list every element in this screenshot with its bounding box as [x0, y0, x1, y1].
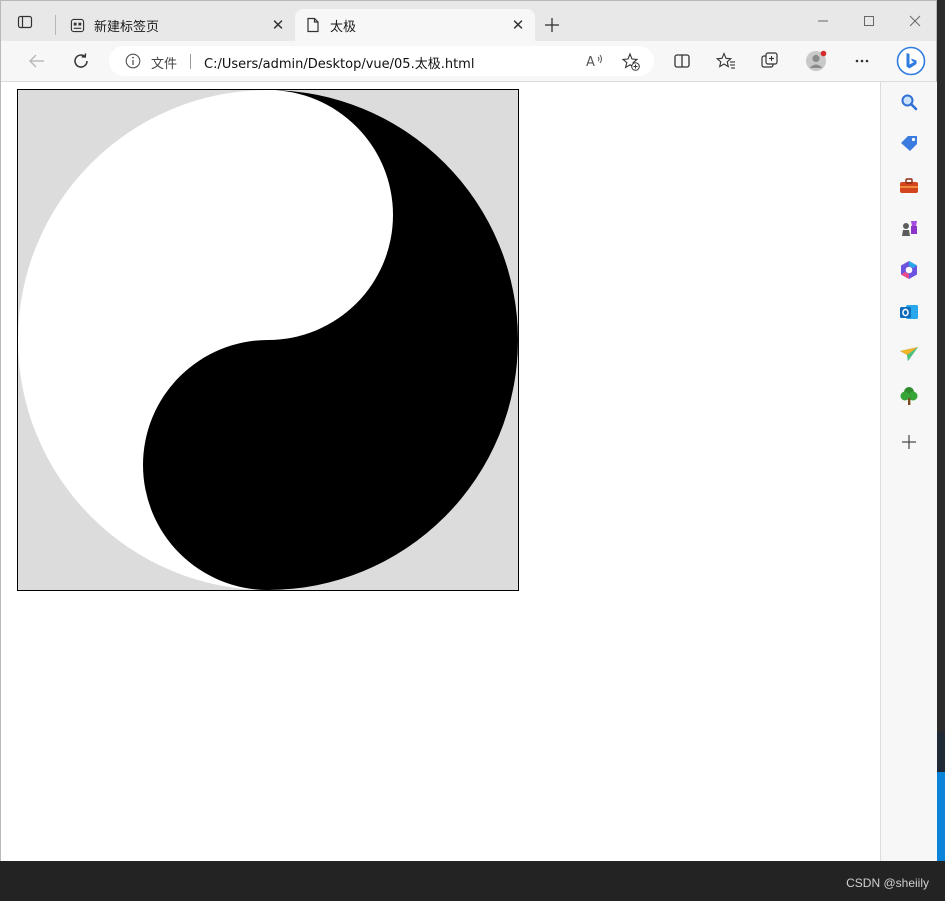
tree-icon — [900, 387, 918, 405]
read-aloud-icon[interactable]: A — [585, 52, 605, 70]
refresh-button[interactable] — [69, 49, 93, 73]
maximize-icon — [864, 16, 874, 26]
search-icon — [901, 94, 918, 111]
maximize-button[interactable] — [857, 11, 881, 31]
yin-yang-light-dot — [218, 175, 298, 255]
yin-yang-dark-dot — [218, 425, 298, 505]
yin-yang-symbol — [18, 90, 518, 590]
url-text[interactable]: C:/Users/admin/Desktop/vue/05.太极.html — [204, 53, 474, 72]
games-icon — [902, 221, 917, 236]
tab-title: 太极 — [330, 19, 357, 35]
desktop-background-right — [936, 732, 945, 861]
tab-actions-icon[interactable] — [15, 12, 35, 32]
more-icon — [855, 59, 869, 63]
send-icon — [900, 347, 918, 361]
refresh-icon — [74, 53, 88, 68]
bottom-bar: CSDN @sheiily — [0, 861, 945, 901]
add-icon — [902, 435, 916, 449]
minimize-button[interactable] — [811, 11, 835, 31]
tools-briefcase-icon — [900, 178, 918, 193]
profile-avatar-icon — [806, 50, 827, 71]
tab-separator — [55, 15, 56, 35]
address-bar[interactable]: 文件 C:/Users/admin/Desktop/vue/05.太极.html… — [109, 46, 654, 76]
favorites-button[interactable] — [714, 49, 738, 73]
browser-window: 新建标签页 ✕ 太极 ✕ 文件 C:/Users/admin/Desktop/v… — [0, 0, 937, 861]
close-window-button[interactable] — [903, 11, 927, 31]
page-viewport — [1, 82, 880, 861]
tab-title: 新建标签页 — [94, 19, 160, 35]
address-divider — [190, 54, 191, 69]
collections-button[interactable] — [758, 49, 782, 73]
new-tab-page-icon — [69, 17, 85, 33]
new-tab-button[interactable] — [541, 14, 563, 36]
tab-close-icon[interactable]: ✕ — [269, 16, 287, 34]
sidebar-outlook-button[interactable] — [898, 301, 920, 323]
sidebar-send-button[interactable] — [898, 343, 920, 365]
taiji-canvas — [17, 89, 519, 591]
back-arrow-icon — [29, 54, 44, 68]
more-button[interactable] — [850, 49, 874, 73]
collections-icon — [761, 52, 778, 68]
close-icon — [909, 15, 921, 27]
copilot-button[interactable] — [896, 46, 926, 76]
tab-strip: 新建标签页 ✕ 太极 ✕ — [1, 1, 936, 41]
outlook-icon — [900, 305, 918, 319]
bing-copilot-icon — [896, 46, 926, 76]
sidebar-games-button[interactable] — [898, 217, 920, 239]
tab-new-tab[interactable]: 新建标签页 ✕ — [59, 9, 295, 41]
tab-taiji[interactable]: 太极 ✕ — [295, 9, 535, 41]
split-screen-button[interactable] — [670, 49, 694, 73]
microsoft365-icon — [901, 261, 917, 279]
back-button[interactable] — [25, 49, 49, 73]
tab-close-icon[interactable]: ✕ — [509, 16, 527, 34]
info-icon[interactable] — [125, 53, 141, 69]
favorites-icon — [716, 52, 735, 69]
shopping-tag-icon — [901, 136, 917, 151]
protocol-label: 文件 — [151, 57, 178, 72]
sidebar-m365-button[interactable] — [898, 259, 920, 281]
toolbar: 文件 C:/Users/admin/Desktop/vue/05.太极.html… — [1, 41, 936, 82]
svg-text:A: A — [586, 55, 595, 70]
sidebar-tree-button[interactable] — [898, 385, 920, 407]
split-screen-icon — [674, 54, 690, 68]
document-icon — [305, 17, 321, 33]
profile-button[interactable] — [804, 49, 828, 73]
minimize-icon — [818, 20, 828, 22]
plus-icon — [545, 18, 559, 32]
csdn-watermark: CSDN @sheiily — [846, 876, 929, 890]
sidebar-tools-button[interactable] — [898, 175, 920, 197]
sidebar-add-button[interactable] — [898, 431, 920, 453]
sidebar-search-button[interactable] — [898, 91, 920, 113]
star-plus-icon[interactable] — [621, 52, 641, 72]
edge-sidebar — [880, 82, 937, 861]
sidebar-shopping-button[interactable] — [898, 133, 920, 155]
